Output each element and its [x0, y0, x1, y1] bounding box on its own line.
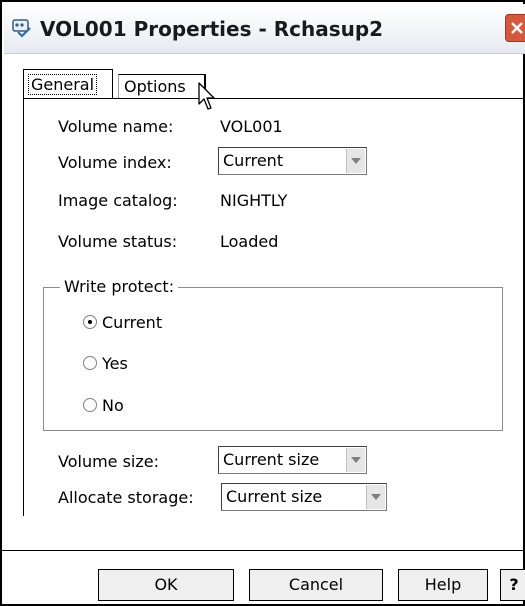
volume-size-label: Volume size:: [58, 452, 160, 471]
whats-this-button[interactable]: ?: [500, 569, 525, 601]
tab-options[interactable]: Options: [118, 74, 206, 98]
help-button[interactable]: Help: [398, 569, 488, 601]
cancel-button[interactable]: Cancel: [249, 569, 383, 601]
volume-size-dropdown-arrow[interactable]: [346, 448, 365, 472]
write-protect-no-label: No: [102, 396, 124, 415]
volume-index-dropdown-arrow[interactable]: [346, 149, 365, 173]
ok-button[interactable]: OK: [98, 569, 234, 601]
chevron-down-icon: [351, 158, 361, 164]
tab-options-label: Options: [124, 77, 186, 96]
window-title: VOL001 Properties - Rchasup2: [40, 17, 384, 41]
write-protect-current-label: Current: [102, 313, 163, 332]
write-protect-current-radio[interactable]: [83, 315, 97, 329]
button-row-divider: [2, 550, 525, 551]
volume-status-value: Loaded: [220, 232, 279, 251]
image-catalog-value: NIGHTLY: [220, 191, 288, 210]
volume-status-label: Volume status:: [58, 232, 178, 251]
allocate-storage-label: Allocate storage:: [58, 488, 194, 507]
volume-index-select[interactable]: Current: [218, 147, 367, 175]
allocate-storage-dropdown-arrow[interactable]: [366, 485, 385, 509]
write-protect-title: Write protect:: [60, 277, 179, 296]
tab-general-label: General: [27, 74, 98, 95]
volume-index-label: Volume index:: [58, 153, 172, 172]
write-protect-yes-label: Yes: [102, 354, 128, 373]
image-catalog-label: Image catalog:: [58, 191, 178, 210]
volume-name-label: Volume name:: [58, 117, 174, 136]
volume-name-value: VOL001: [220, 117, 283, 136]
chevron-down-icon: [371, 494, 381, 500]
title-bar[interactable]: VOL001 Properties - Rchasup2: [4, 4, 525, 54]
storage-properties-icon: [12, 19, 31, 38]
volume-index-selected: Current: [223, 151, 284, 170]
volume-size-select[interactable]: Current size: [218, 446, 367, 474]
properties-window: VOL001 Properties - Rchasup2 General Opt…: [0, 0, 525, 606]
write-protect-no-radio[interactable]: [83, 398, 97, 412]
chevron-down-icon: [351, 457, 361, 463]
close-button[interactable]: [505, 14, 525, 42]
allocate-storage-selected: Current size: [226, 487, 323, 506]
allocate-storage-select[interactable]: Current size: [221, 483, 387, 511]
volume-size-selected: Current size: [223, 450, 320, 469]
write-protect-yes-radio[interactable]: [83, 356, 97, 370]
tab-general[interactable]: General: [23, 69, 113, 99]
close-icon: [511, 22, 523, 34]
mouse-pointer-icon: [198, 82, 215, 110]
